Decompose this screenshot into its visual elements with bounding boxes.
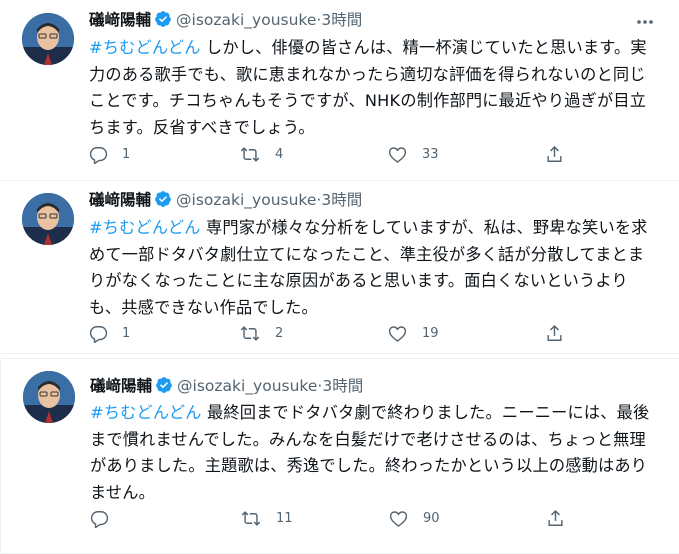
like-button[interactable]: 33 [387, 143, 439, 165]
share-button[interactable] [545, 322, 564, 344]
hashtag-link[interactable]: #ちむどんどん [89, 38, 201, 57]
action-bar: 1 2 19 [89, 322, 589, 344]
hashtag-link[interactable]: #ちむどんどん [89, 218, 201, 237]
retweet-button[interactable]: 4 [239, 143, 283, 165]
share-icon [548, 509, 563, 526]
reply-icon [89, 325, 108, 343]
timestamp[interactable]: 3時間 [321, 11, 362, 29]
retweet-count: 11 [276, 510, 293, 526]
timestamp[interactable]: 3時間 [322, 377, 363, 395]
like-button[interactable]: 19 [387, 322, 439, 344]
tweet-header: 礒﨑陽輔 @isozaki_yousuke·3時間 [89, 9, 362, 31]
like-icon [389, 510, 408, 527]
verified-badge-icon [154, 10, 172, 34]
share-icon [547, 145, 562, 162]
hashtag-link[interactable]: #ちむどんどん [90, 403, 202, 422]
timestamp[interactable]: 3時間 [321, 191, 362, 209]
like-icon [388, 325, 407, 342]
like-count: 90 [423, 510, 440, 526]
reply-button[interactable] [90, 507, 123, 529]
tweet-text: #ちむどんどん しかし、俳優の皆さんは、精一杯演じていたと思います。実力のある歌… [89, 35, 649, 141]
share-button[interactable] [545, 143, 564, 165]
author-handle[interactable]: @isozaki_yousuke [177, 377, 317, 395]
tweet-header: 礒﨑陽輔 @isozaki_yousuke·3時間 [90, 375, 363, 397]
like-count: 33 [422, 146, 439, 162]
retweet-count: 4 [275, 146, 284, 162]
like-count: 19 [422, 325, 439, 341]
retweet-button[interactable]: 11 [240, 507, 293, 529]
tweet-header: 礒﨑陽輔 @isozaki_yousuke·3時間 [89, 189, 362, 211]
retweet-count: 2 [275, 325, 284, 341]
reply-icon [90, 510, 109, 528]
author-handle[interactable]: @isozaki_yousuke [176, 11, 316, 29]
verified-badge-icon [154, 190, 172, 214]
tweet-text: #ちむどんどん 最終回までドタバタ劇で終わりました。ニーニーには、最後まで慣れま… [90, 400, 650, 506]
avatar[interactable] [22, 193, 74, 245]
like-icon [388, 146, 407, 163]
retweet-button[interactable]: 2 [239, 322, 283, 344]
avatar[interactable] [23, 371, 75, 423]
author-name[interactable]: 礒﨑陽輔 [89, 11, 151, 29]
retweet-icon [240, 325, 260, 341]
reply-button[interactable]: 1 [89, 143, 130, 165]
reply-button[interactable]: 1 [89, 322, 130, 344]
reply-icon [89, 146, 108, 164]
tweet[interactable]: 礒﨑陽輔 @isozaki_yousuke·3時間 #ちむどんどん 最終回までドタ… [0, 358, 679, 554]
author-name[interactable]: 礒﨑陽輔 [90, 377, 152, 395]
avatar[interactable] [22, 13, 74, 65]
tweet-text: #ちむどんどん 専門家が様々な分析をしていますが、私は、野卑な笑いを求めて一部ド… [89, 215, 649, 321]
more-options-icon[interactable] [635, 12, 655, 32]
share-icon [547, 324, 562, 341]
reply-count: 1 [122, 146, 131, 162]
author-name[interactable]: 礒﨑陽輔 [89, 191, 151, 209]
author-handle[interactable]: @isozaki_yousuke [176, 191, 316, 209]
tweet[interactable]: 礒﨑陽輔 @isozaki_yousuke·3時間 #ちむどんどん 専門家が様々な… [0, 181, 679, 354]
like-button[interactable]: 90 [388, 507, 440, 529]
verified-badge-icon [155, 376, 173, 400]
tweet[interactable]: 礒﨑陽輔 @isozaki_yousuke·3時間 #ちむどんどん しかし、俳優の… [0, 0, 679, 181]
action-bar: 11 90 [90, 507, 590, 529]
reply-count: 1 [122, 325, 131, 341]
retweet-icon [241, 510, 261, 526]
retweet-icon [240, 146, 260, 162]
action-bar: 1 4 33 [89, 143, 589, 165]
share-button[interactable] [546, 507, 565, 529]
